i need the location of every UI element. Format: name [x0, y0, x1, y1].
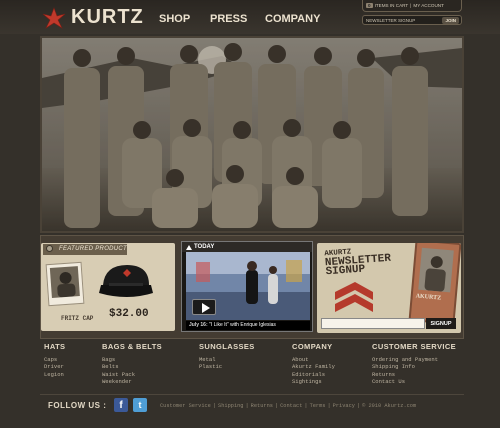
footer-link[interactable]: Editorials [292, 371, 335, 378]
newsletter-email-input[interactable] [321, 318, 425, 329]
footer-link-terms[interactable]: Terms [310, 403, 326, 409]
footer-link[interactable]: Legion [44, 371, 65, 378]
triangle-icon [186, 244, 192, 250]
follow-us-label: FOLLOW US : [48, 401, 107, 410]
video-caption: July 16: "I Like It" with Enrique Iglesi… [186, 321, 310, 330]
footer-link-contact[interactable]: Contact [280, 403, 302, 409]
hero-group-photo [42, 38, 462, 231]
cart-link[interactable]: ITEMS IN CART [375, 3, 409, 8]
footer-col-company: COMPANY About Akurtz Family Editorials S… [292, 342, 335, 385]
footer-link[interactable]: Belts [102, 363, 162, 370]
footer-separator: | [356, 403, 361, 409]
featured-tag-label: FEATURED PRODUCT [59, 246, 128, 252]
footer-link-returns[interactable]: Returns [251, 403, 273, 409]
utility-bar: 0 ITEMS IN CART | MY ACCOUNT [362, 0, 462, 12]
footer-link[interactable]: Akurtz Family [292, 363, 335, 370]
facebook-icon[interactable]: f [114, 398, 128, 412]
portrait-photo [49, 266, 80, 298]
featured-product-card[interactable]: FEATURED PRODUCT FRITZ CAP $32.00 [41, 243, 175, 331]
footer-separator: | [327, 403, 331, 409]
today-label: TODAY [194, 244, 215, 250]
chevron-emblem-icon [335, 282, 373, 312]
nav-press[interactable]: PRESS [210, 13, 247, 25]
footer-link[interactable]: Driver [44, 363, 65, 370]
product-name[interactable]: FRITZ CAP [61, 315, 93, 322]
footer-heading: COMPANY [292, 342, 333, 351]
today-header: TODAY [182, 242, 312, 252]
footer-link[interactable]: Contact Us [372, 378, 456, 385]
footer-links: Customer Service | Shipping | Returns | Contac… [160, 403, 416, 409]
footer-col-bags-belts: BAGS & BELTS Bags Belts Waist Pack Weeke… [102, 342, 162, 385]
tag-photo [418, 247, 454, 293]
product-price: $32.00 [109, 308, 149, 320]
play-icon[interactable] [192, 299, 216, 315]
footer-link[interactable]: Weekender [102, 378, 162, 385]
footer-separator: | [212, 403, 217, 409]
brand-logo[interactable]: KURTZ [42, 6, 144, 29]
pin-icon [46, 245, 53, 252]
cart-count-badge: 0 [366, 3, 373, 8]
footer-link[interactable]: About [292, 356, 335, 363]
footer-heading: SUNGLASSES [199, 342, 255, 351]
nav-shop[interactable]: SHOP [159, 13, 190, 25]
footer-link[interactable]: Ordering and Payment [372, 356, 456, 363]
footer-link[interactable]: Returns [372, 371, 456, 378]
featured-portrait [45, 261, 85, 307]
footer-col-hats: HATS Caps Driver Legion [44, 342, 65, 378]
luggage-tag-image: AKURTZ [408, 243, 461, 325]
footer-divider [40, 394, 464, 395]
join-button[interactable]: JOIN [442, 16, 459, 24]
footer-link-privacy[interactable]: Privacy [333, 403, 355, 409]
newsletter-signup-button[interactable]: SIGNUP [426, 318, 456, 329]
footer-link-customer-service[interactable]: Customer Service [160, 403, 211, 409]
caption-date: July 16: [189, 322, 208, 328]
tag-portrait-figure [424, 256, 446, 292]
brand-name: KURTZ [71, 6, 144, 28]
footer-separator: | [245, 403, 249, 409]
newsletter-signup-card: AKURTZ NEWSLETTER SIGNUP AKURTZ SIGNUP [317, 243, 461, 333]
hero-photo[interactable] [40, 36, 464, 233]
footer-link-shipping[interactable]: Shipping [218, 403, 243, 409]
newsletter-signup-bar: NEWSLETTER SIGNUP JOIN [362, 15, 462, 25]
fritz-cap-image[interactable] [95, 261, 157, 305]
footer-col-customer-service: CUSTOMER SERVICE Ordering and Payment Sh… [372, 342, 456, 385]
newsletter-email-field[interactable]: NEWSLETTER SIGNUP [366, 18, 415, 23]
utility-separator: | [410, 3, 412, 8]
nav-company[interactable]: COMPANY [265, 13, 320, 25]
footer-link[interactable]: Caps [44, 356, 65, 363]
footer-separator: | [304, 403, 308, 409]
footer-heading: BAGS & BELTS [102, 342, 163, 351]
footer-link[interactable]: Sightings [292, 378, 335, 385]
tag-brand: AKURTZ [415, 293, 442, 302]
newsletter-title: AKURTZ NEWSLETTER SIGNUP [324, 246, 392, 278]
today-video-panel: TODAY July 16: "I Like It" with Enrique … [181, 241, 313, 332]
account-link[interactable]: MY ACCOUNT [413, 3, 444, 8]
video-player[interactable] [186, 252, 310, 320]
footer-heading: HATS [44, 342, 66, 351]
footer-link[interactable]: Metal [199, 356, 255, 363]
winged-emblem-icon [42, 6, 66, 29]
twitter-icon[interactable]: t [133, 398, 147, 412]
featured-tag: FEATURED PRODUCT [43, 244, 127, 255]
copyright-text: © 2010 Akurtz.com [362, 403, 417, 409]
footer-col-sunglasses: SUNGLASSES Metal Plastic [199, 342, 255, 371]
footer-link[interactable]: Shipping Info [372, 363, 456, 370]
footer-heading: CUSTOMER SERVICE [372, 342, 457, 351]
footer-separator: | [274, 403, 279, 409]
portrait-figure [57, 271, 76, 298]
footer-link[interactable]: Plastic [199, 363, 255, 370]
caption-text: "I Like It" with Enrique Iglesias [209, 322, 276, 328]
footer-link[interactable]: Bags [102, 356, 162, 363]
footer-link[interactable]: Waist Pack [102, 371, 162, 378]
